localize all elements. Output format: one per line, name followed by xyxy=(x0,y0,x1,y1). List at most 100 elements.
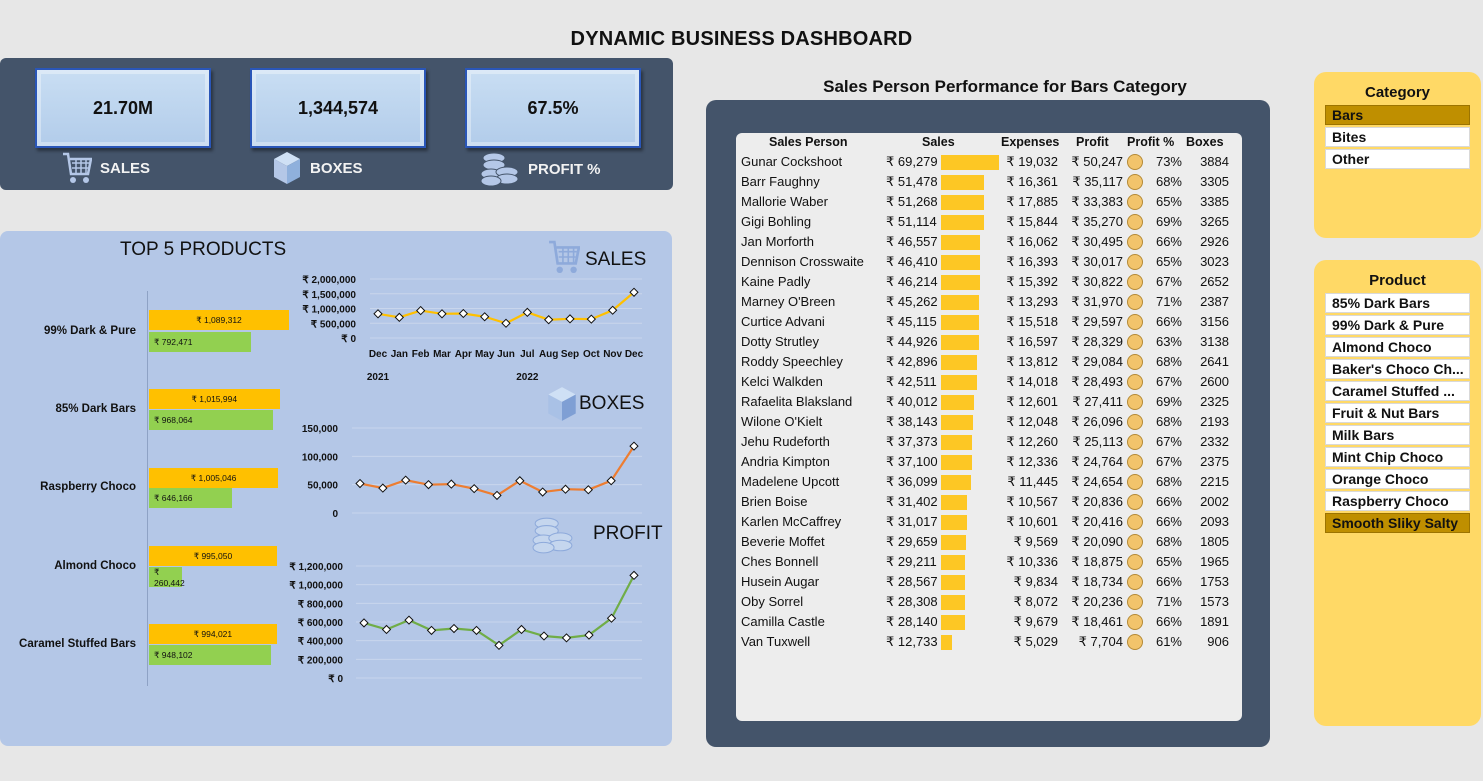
sales-value: ₹ 46,557 xyxy=(886,234,938,249)
salesperson-row[interactable]: Ches Bonnell ₹ 29,211 ₹ 10,336 ₹ 18,875 65% 1… xyxy=(736,552,1242,572)
product-slicer-title: Product xyxy=(1369,272,1426,289)
profit-ytick-label: ₹ 400,000 xyxy=(298,637,344,648)
product-slicer-item[interactable]: Raspberry Choco xyxy=(1325,491,1470,511)
profit-value: ₹ 35,117 xyxy=(1072,174,1123,189)
profit-value: ₹ 25,113 xyxy=(1072,434,1123,449)
sales-xtick-label: Jan xyxy=(391,349,408,360)
expenses-value: ₹ 14,018 xyxy=(1006,374,1058,389)
sales-value: ₹ 36,099 xyxy=(886,474,938,489)
sales-xtick-label: Sep xyxy=(561,349,579,360)
header-expenses[interactable]: Expenses xyxy=(1001,135,1059,149)
salesperson-row[interactable]: Gunar Cockshoot ₹ 69,279 ₹ 19,032 ₹ 50,247 7… xyxy=(736,152,1242,172)
salesperson-row[interactable]: Camilla Castle ₹ 28,140 ₹ 9,679 ₹ 18,461 66%… xyxy=(736,612,1242,632)
expenses-value: ₹ 12,336 xyxy=(1006,454,1058,469)
sales-data-bar xyxy=(941,295,979,310)
product-slicer-item[interactable]: 99% Dark & Pure xyxy=(1325,315,1470,335)
salesperson-row[interactable]: Brien Boise ₹ 31,402 ₹ 10,567 ₹ 20,836 66% 20… xyxy=(736,492,1242,512)
header-boxes[interactable]: Boxes xyxy=(1186,135,1224,149)
product-slicer-item[interactable]: Milk Bars xyxy=(1325,425,1470,445)
salesperson-row[interactable]: Rafaelita Blaksland ₹ 40,012 ₹ 12,601 ₹ 27,… xyxy=(736,392,1242,412)
sales-data-point xyxy=(458,308,469,319)
boxes-ytick-label: 100,000 xyxy=(302,452,339,463)
profit-kpi-card[interactable]: 67.5% xyxy=(465,68,641,148)
boxes-kpi-card[interactable]: 1,344,574 xyxy=(250,68,426,148)
salesperson-row[interactable]: Van Tuxwell ₹ 12,733 ₹ 5,029 ₹ 7,704 61% 906 xyxy=(736,632,1242,652)
header-sales-person[interactable]: Sales Person xyxy=(769,135,848,149)
profit-value: ₹ 31,970 xyxy=(1071,294,1123,309)
product-slicer-item[interactable]: Almond Choco xyxy=(1325,337,1470,357)
salesperson-row[interactable]: Beverie Moffet ₹ 29,659 ₹ 9,569 ₹ 20,090 68%… xyxy=(736,532,1242,552)
sales-data-point xyxy=(415,305,426,316)
salesperson-row[interactable]: Karlen McCaffrey ₹ 31,017 ₹ 10,601 ₹ 20,416… xyxy=(736,512,1242,532)
product-slicer-item[interactable]: 85% Dark Bars xyxy=(1325,293,1470,313)
product-slicer-item[interactable]: Orange Choco xyxy=(1325,469,1470,489)
salesperson-row[interactable]: Mallorie Waber ₹ 51,268 ₹ 17,885 ₹ 33,383 65… xyxy=(736,192,1242,212)
salesperson-row[interactable]: Barr Faughny ₹ 51,478 ₹ 16,361 ₹ 35,117 68% 3… xyxy=(736,172,1242,192)
category-slicer-item[interactable]: Other xyxy=(1325,149,1470,169)
category-slicer-item[interactable]: Bites xyxy=(1325,127,1470,147)
profit-pct-value: 65% xyxy=(1155,554,1182,569)
salesperson-name: Rafaelita Blaksland xyxy=(741,394,853,409)
salesperson-row[interactable]: Dotty Strutley ₹ 44,926 ₹ 16,597 ₹ 28,329 63… xyxy=(736,332,1242,352)
salesperson-row[interactable]: Jehu Rudeforth ₹ 37,373 ₹ 12,260 ₹ 25,113 67… xyxy=(736,432,1242,452)
boxes-value: 2325 xyxy=(1200,394,1229,409)
salesperson-row[interactable]: Roddy Speechley ₹ 42,896 ₹ 13,812 ₹ 29,084 6… xyxy=(736,352,1242,372)
expenses-value: ₹ 12,260 xyxy=(1006,434,1058,449)
sales-data-bar xyxy=(941,335,979,350)
profit-indicator-icon xyxy=(1127,334,1143,350)
sales-ytick-label: ₹ 0 xyxy=(341,334,356,345)
salesperson-row[interactable]: Dennison Crosswaite ₹ 46,410 ₹ 16,393 ₹ 30,… xyxy=(736,252,1242,272)
salesperson-row[interactable]: Curtice Advani ₹ 45,115 ₹ 15,518 ₹ 29,597 66… xyxy=(736,312,1242,332)
expenses-value: ₹ 9,679 xyxy=(1013,614,1058,629)
sales-kpi-label: SALES xyxy=(100,159,151,177)
sales-data-bar xyxy=(941,535,966,550)
product-slicer-item[interactable]: Fruit & Nut Bars xyxy=(1325,403,1470,423)
salesperson-name: Gunar Cockshoot xyxy=(741,154,843,169)
sales-data-bar xyxy=(941,575,965,590)
salesperson-row[interactable]: Kelci Walkden ₹ 42,511 ₹ 14,018 ₹ 28,493 67%… xyxy=(736,372,1242,392)
profit-value: ₹ 18,734 xyxy=(1071,574,1123,589)
salesperson-row[interactable]: Jan Morforth ₹ 46,557 ₹ 16,062 ₹ 30,495 66% 2… xyxy=(736,232,1242,252)
salesperson-row[interactable]: Kaine Padly ₹ 46,214 ₹ 15,392 ₹ 30,822 67% 26… xyxy=(736,272,1242,292)
product-slicer-item[interactable]: Smooth Sliky Salty xyxy=(1325,513,1470,533)
profit-pct-value: 61% xyxy=(1155,634,1182,649)
salesperson-row[interactable]: Madelene Upcott ₹ 36,099 ₹ 11,445 ₹ 24,654 6… xyxy=(736,472,1242,492)
expenses-value: ₹ 10,601 xyxy=(1006,514,1058,529)
product-slicer-item[interactable]: Caramel Stuffed ... xyxy=(1325,381,1470,401)
cart-icon xyxy=(63,152,92,183)
header-profit-pct[interactable]: Profit % xyxy=(1127,135,1174,149)
salesperson-row[interactable]: Marney O'Breen ₹ 45,262 ₹ 13,293 ₹ 31,970 71… xyxy=(736,292,1242,312)
profit-pct-value: 71% xyxy=(1155,294,1182,309)
salesperson-row[interactable]: Oby Sorrel ₹ 28,308 ₹ 8,072 ₹ 20,236 71% 1573 xyxy=(736,592,1242,612)
profit-value: ₹ 18,461 xyxy=(1071,614,1123,629)
profit-pct-value: 66% xyxy=(1155,614,1182,629)
header-profit[interactable]: Profit xyxy=(1076,135,1109,149)
sales-data-bar xyxy=(941,315,979,330)
sales-value: ₹ 31,017 xyxy=(886,514,938,529)
salesperson-row[interactable]: Gigi Bohling ₹ 51,114 ₹ 15,844 ₹ 35,270 69% 3… xyxy=(736,212,1242,232)
boxes-value: 906 xyxy=(1207,634,1229,649)
sales-xtick-label: Dec xyxy=(625,349,644,360)
boxes-data-point xyxy=(400,475,411,485)
salesperson-row[interactable]: Wilone O'Kielt ₹ 38,143 ₹ 12,048 ₹ 26,096 68… xyxy=(736,412,1242,432)
profit-pct-value: 63% xyxy=(1155,334,1182,349)
sales-ytick-label: ₹ 500,000 xyxy=(311,319,357,330)
salesperson-name: Van Tuxwell xyxy=(741,634,811,649)
product-slicer-item[interactable]: Baker's Choco Ch... xyxy=(1325,359,1470,379)
header-sales[interactable]: Sales xyxy=(922,135,955,149)
salesperson-row[interactable]: Andria Kimpton ₹ 37,100 ₹ 12,336 ₹ 24,764 67… xyxy=(736,452,1242,472)
sales-kpi-card[interactable]: 21.70M xyxy=(35,68,211,148)
expenses-value: ₹ 15,518 xyxy=(1006,314,1058,329)
sales-data-bar xyxy=(941,175,985,190)
sales-data-point xyxy=(394,312,405,323)
sales-value: ₹ 46,214 xyxy=(886,274,938,289)
expenses-value: ₹ 16,393 xyxy=(1006,254,1058,269)
salesperson-row[interactable]: Husein Augar ₹ 28,567 ₹ 9,834 ₹ 18,734 66% 17… xyxy=(736,572,1242,592)
product-slicer-item[interactable]: Mint Chip Choco xyxy=(1325,447,1470,467)
category-slicer-item[interactable]: Bars xyxy=(1325,105,1470,125)
profit-indicator-icon xyxy=(1127,554,1143,570)
kpi-panel: 21.70M 1,344,574 67.5% SALES BOXES PROFI… xyxy=(0,58,673,190)
profit-pct-value: 66% xyxy=(1155,574,1182,589)
sales-value: ₹ 42,896 xyxy=(886,354,938,369)
profit-pct-value: 66% xyxy=(1155,494,1182,509)
